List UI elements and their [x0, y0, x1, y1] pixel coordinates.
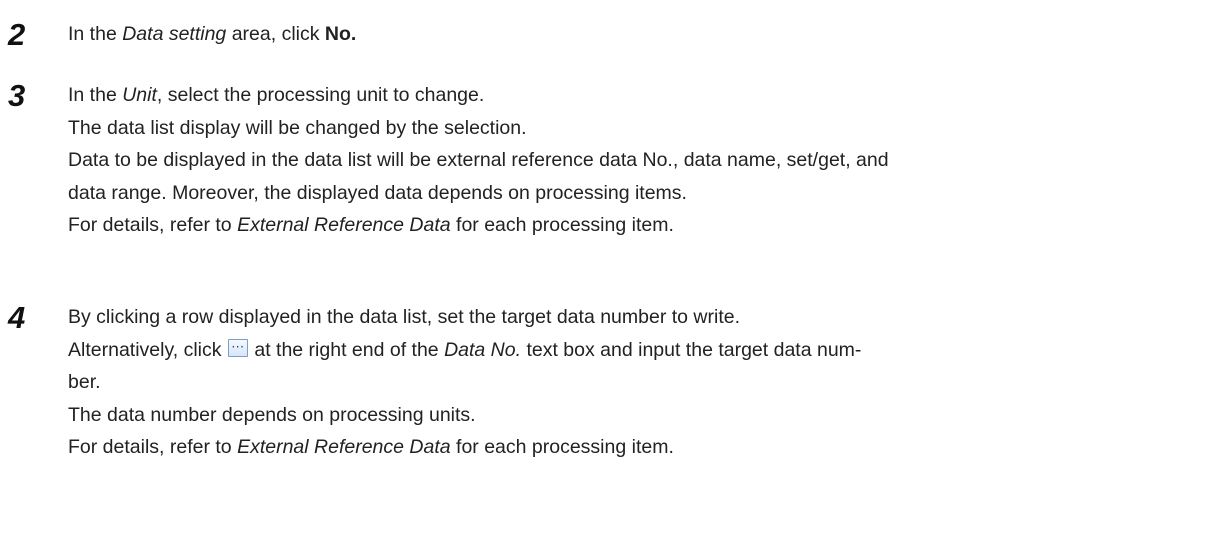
step-text: In the Unit, select the processing unit …	[68, 79, 1198, 242]
step-line: data range. Moreover, the displayed data…	[68, 181, 687, 204]
external-reference-data-term: External Reference Data	[237, 436, 451, 458]
text-run: For details, refer to	[68, 214, 238, 236]
text-run: area, click	[226, 23, 325, 45]
step-line: The data list display will be changed by…	[68, 116, 527, 139]
step-line: For details, refer to External Reference…	[68, 209, 1198, 242]
step-line: The data number depends on processing un…	[68, 403, 476, 426]
text-run: Alternatively, click	[68, 338, 227, 361]
step-number: 3	[8, 78, 26, 113]
external-reference-data-term: External Reference Data	[237, 214, 451, 236]
step-line: ber.	[68, 371, 101, 393]
step-line: Data to be displayed in the data list wi…	[68, 149, 889, 171]
text-run: for each processing item.	[450, 436, 674, 458]
text-run: for each processing item.	[450, 214, 674, 236]
step-line: For details, refer to External Reference…	[68, 431, 1198, 464]
ellipsis-button-icon[interactable]: ···	[227, 338, 248, 357]
step-line: In the Unit, select the processing unit …	[68, 79, 1198, 112]
step-text: By clicking a row displayed in the data …	[68, 301, 1198, 464]
text-run: text box and input the target data num-	[521, 338, 862, 361]
step-line: Alternatively, click ··· at the right en…	[68, 334, 1198, 367]
data-no-term: Data No.	[444, 338, 522, 361]
text-run: at the right end of the	[248, 338, 445, 361]
step-number: 4	[8, 300, 26, 335]
step-line: By clicking a row displayed in the data …	[68, 306, 741, 328]
no-term: No.	[324, 23, 357, 45]
step-number: 2	[8, 17, 26, 52]
text-run: In the	[68, 23, 123, 45]
text-run: For details, refer to	[68, 436, 238, 458]
text-run: , select the processing unit to change.	[156, 84, 485, 106]
step-text: In the Data setting area, click No.	[68, 18, 1198, 51]
data-setting-term: Data setting	[122, 23, 227, 45]
step-line: In the Data setting area, click No.	[68, 18, 1198, 51]
unit-term: Unit	[122, 84, 157, 106]
text-run: In the	[68, 84, 123, 106]
